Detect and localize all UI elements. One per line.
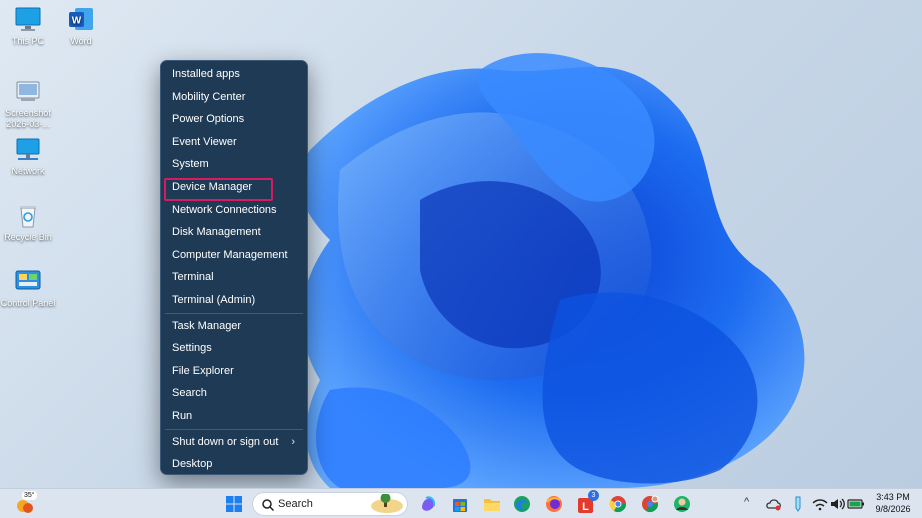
profile-app[interactable]: [672, 494, 692, 514]
tray-overflow-button[interactable]: ^: [744, 496, 749, 508]
tray-volume[interactable]: [828, 494, 848, 514]
menu-item-mobility-center[interactable]: Mobility Center: [161, 86, 307, 109]
menu-item-event-viewer[interactable]: Event Viewer: [161, 131, 307, 154]
chrome-profile-icon: [642, 495, 659, 513]
menu-item-terminal-admin[interactable]: Terminal (Admin): [161, 289, 307, 312]
desktop-icon-label: Network: [11, 166, 45, 176]
menu-item-computer-management[interactable]: Computer Management: [161, 244, 307, 267]
search-input[interactable]: Search: [252, 492, 408, 516]
cloud-sync-icon: [766, 499, 781, 511]
image-file-icon: [13, 78, 43, 106]
monitor-icon: [13, 6, 43, 34]
menu-item-terminal[interactable]: Terminal: [161, 266, 307, 289]
clock[interactable]: 3:43 PM 9/8/2026: [868, 492, 918, 514]
desktop-icon-recycle-bin[interactable]: Recycle Bin: [0, 202, 56, 243]
profile-avatar-icon: [674, 496, 690, 512]
wallpaper: [299, 53, 805, 488]
search-placeholder: Search: [278, 498, 313, 510]
svg-text:L: L: [582, 501, 589, 513]
file-explorer-app[interactable]: [482, 494, 502, 514]
desktop-icon-label: Word: [70, 36, 92, 46]
firefox-icon: [546, 496, 562, 512]
recycle-bin-icon: [13, 202, 43, 230]
desktop-icon-control-panel[interactable]: Control Panel: [0, 268, 56, 309]
chrome-profile-app[interactable]: [640, 494, 660, 514]
desktop-icon-label: Control Panel: [0, 298, 56, 308]
menu-separator: [165, 312, 303, 314]
network-icon: [13, 136, 43, 164]
folder-icon: [484, 499, 500, 511]
weather-temp: 35°: [22, 491, 37, 500]
menu-item-installed-apps[interactable]: Installed apps: [161, 63, 307, 86]
menu-item-system[interactable]: System: [161, 153, 307, 176]
menu-item-network-connections[interactable]: Network Connections: [161, 199, 307, 222]
menu-item-disk-management[interactable]: Disk Management: [161, 221, 307, 244]
desktop-icon-screenshot[interactable]: Screenshot 2026-03-...: [0, 78, 56, 130]
menu-item-shut-down[interactable]: Shut down or sign out ›: [161, 431, 307, 454]
weather-widget[interactable]: 35°: [14, 491, 40, 516]
winx-context-menu: Installed apps Mobility Center Power Opt…: [160, 60, 308, 475]
chrome-icon: [609, 496, 627, 513]
menu-item-power-options[interactable]: Power Options: [161, 108, 307, 131]
menu-item-run[interactable]: Run: [161, 405, 307, 428]
pen-icon: [795, 496, 801, 512]
word-icon: W: [66, 6, 96, 34]
menu-item-label: Shut down or sign out: [172, 435, 279, 448]
desktop-icon-network[interactable]: Network: [0, 136, 56, 177]
menu-item-device-manager[interactable]: Device Manager: [161, 176, 307, 201]
tray-pen[interactable]: [788, 494, 808, 514]
chevron-right-icon: ›: [291, 435, 295, 448]
windows-logo-icon: [226, 496, 242, 512]
edge-icon: [514, 496, 530, 512]
menu-separator: [165, 428, 303, 430]
l-app[interactable]: L 3: [576, 490, 599, 514]
taskbar: 35° Search L 3 ^ 3:43 PM 9/8/2026: [0, 488, 922, 518]
search-icon: [262, 499, 275, 512]
start-button[interactable]: [224, 494, 244, 514]
desktop-icon-label: Recycle Bin: [4, 232, 52, 242]
desktop-icon-label: Screenshot 2026-03-...: [5, 108, 51, 129]
store-bag-icon: [453, 499, 467, 512]
battery-icon: [847, 499, 864, 509]
copilot-app[interactable]: [418, 494, 438, 514]
desktop-icon-this-pc[interactable]: This PC: [0, 6, 56, 47]
clock-date: 9/8/2026: [875, 504, 911, 514]
search-highlight-icon: [371, 494, 403, 513]
notification-badge: 3: [588, 490, 599, 501]
tray-cloud[interactable]: [764, 494, 784, 514]
copilot-icon: [422, 496, 436, 511]
menu-item-settings[interactable]: Settings: [161, 337, 307, 360]
wifi-icon: [812, 499, 828, 511]
desktop-icon-label: This PC: [11, 36, 44, 46]
volume-icon: [831, 498, 845, 510]
chrome-app[interactable]: [608, 494, 628, 514]
tray-battery[interactable]: [846, 494, 866, 514]
menu-item-file-explorer[interactable]: File Explorer: [161, 360, 307, 383]
control-panel-icon: [13, 268, 43, 296]
clock-time: 3:43 PM: [876, 492, 910, 502]
desktop-icon-word[interactable]: W Word: [53, 6, 109, 47]
firefox-app[interactable]: [544, 494, 564, 514]
store-app[interactable]: [450, 494, 470, 514]
svg-text:W: W: [72, 16, 82, 27]
tray-wifi[interactable]: [810, 494, 830, 514]
edge-app[interactable]: [512, 494, 532, 514]
menu-item-search[interactable]: Search: [161, 382, 307, 405]
menu-item-desktop[interactable]: Desktop: [161, 453, 307, 476]
menu-item-task-manager[interactable]: Task Manager: [161, 315, 307, 338]
